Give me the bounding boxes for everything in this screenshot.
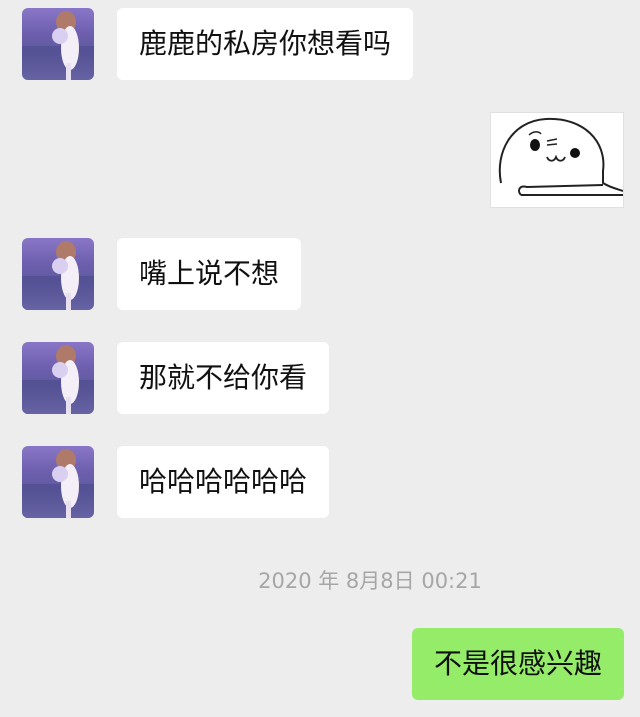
message-bubble[interactable]: 哈哈哈哈哈哈 bbox=[117, 446, 330, 518]
contact-avatar[interactable] bbox=[22, 446, 94, 518]
contact-avatar[interactable] bbox=[22, 342, 94, 414]
message-timestamp: 2020 年 8月8日 00:21 bbox=[258, 569, 482, 593]
message-bubble[interactable]: 鹿鹿的私房你想看吗 bbox=[117, 8, 414, 80]
sent-message-bubble[interactable]: 不是很感兴趣 bbox=[411, 628, 624, 700]
contact-avatar[interactable] bbox=[22, 8, 94, 80]
message-text: 不是很感兴趣 bbox=[433, 647, 602, 680]
message-text: 鹿鹿的私房你想看吗 bbox=[139, 27, 392, 60]
contact-avatar[interactable] bbox=[22, 238, 94, 310]
message-bubble[interactable]: 那就不给你看 bbox=[117, 342, 330, 414]
message-text: 哈哈哈哈哈哈 bbox=[139, 465, 308, 498]
message-bubble[interactable]: 嘴上说不想 bbox=[117, 238, 302, 310]
round-face-blushing-sticker[interactable] bbox=[490, 112, 624, 208]
message-text: 那就不给你看 bbox=[139, 361, 308, 394]
message-text: 嘴上说不想 bbox=[139, 257, 280, 290]
